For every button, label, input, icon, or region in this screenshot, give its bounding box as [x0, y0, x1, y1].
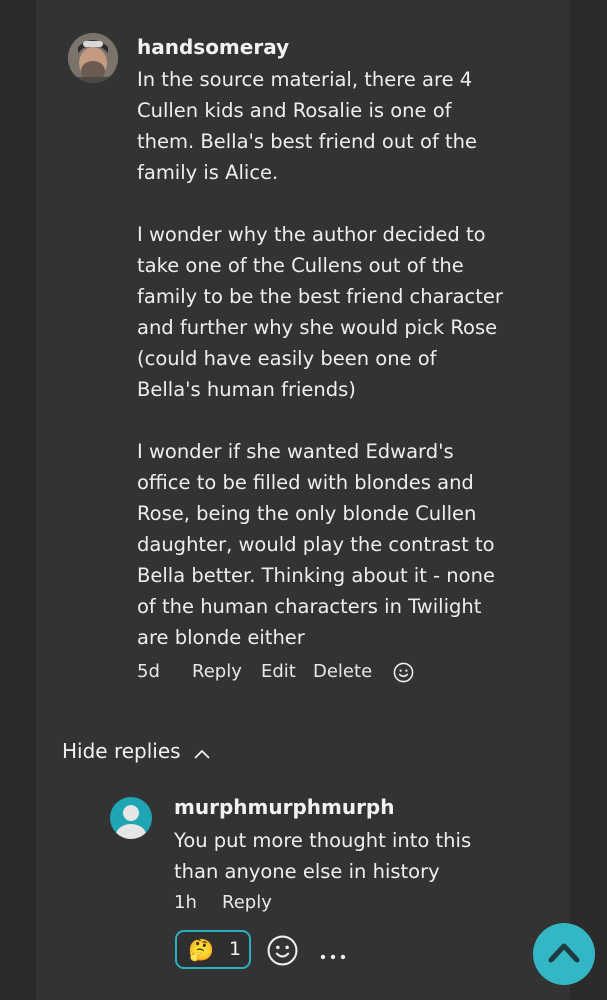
thinking-emoji: 🤔 [188, 938, 215, 962]
reply-timestamp: 1h [174, 892, 197, 913]
reply-reply-button[interactable]: Reply [222, 892, 272, 913]
delete-button[interactable]: Delete [313, 661, 372, 682]
reply-body: You put more thought into this than anyo… [174, 829, 472, 883]
chevron-up-icon [547, 940, 581, 968]
hide-replies-toggle[interactable]: Hide replies [62, 739, 211, 765]
add-reaction-icon[interactable] [267, 935, 298, 970]
more-dots-icon[interactable] [320, 946, 346, 965]
smiley-icon[interactable] [393, 662, 414, 687]
hide-replies-label: Hide replies [62, 739, 181, 763]
edit-button[interactable]: Edit [261, 661, 296, 682]
reaction-chip[interactable]: 🤔 1 [175, 930, 251, 969]
reply-button[interactable]: Reply [192, 661, 242, 682]
comment-body: In the source material, there are 4 Cull… [137, 68, 503, 649]
reaction-count: 1 [229, 938, 242, 960]
reply-username[interactable]: murphmurphmurph [174, 795, 395, 819]
avatar[interactable] [68, 33, 118, 83]
scroll-to-top-button[interactable] [533, 923, 595, 985]
comment-timestamp: 5d [137, 661, 160, 682]
comment-username[interactable]: handsomeray [137, 35, 289, 59]
chevron-up-icon [193, 741, 211, 765]
reply-avatar[interactable] [110, 797, 152, 839]
